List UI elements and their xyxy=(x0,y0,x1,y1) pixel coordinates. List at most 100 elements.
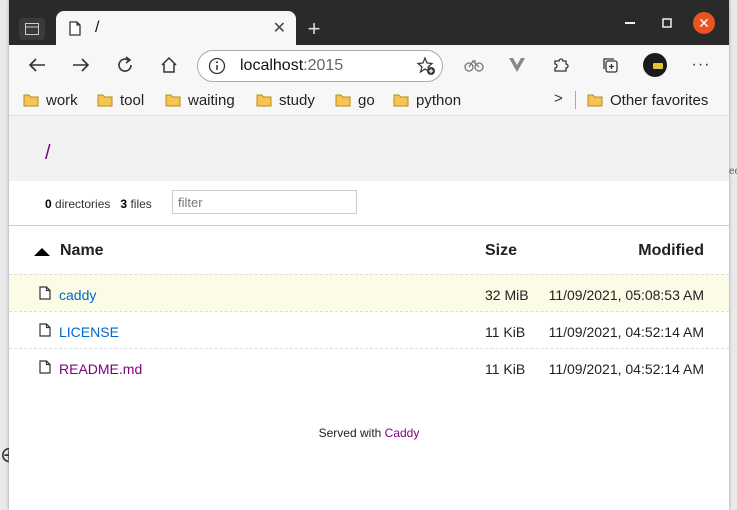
bike-icon xyxy=(464,59,484,72)
folder-icon xyxy=(587,94,603,106)
add-favorite-icon[interactable] xyxy=(416,56,436,81)
page-footer: Served with Caddy xyxy=(9,426,729,440)
table-header: Name Size Modified xyxy=(9,234,729,274)
file-link[interactable]: LICENSE xyxy=(59,324,119,340)
footer-text: Served with xyxy=(318,426,382,440)
address-port: :2015 xyxy=(303,57,344,74)
tab-title: / xyxy=(95,19,100,36)
listing-summary: 0 directories 3 files xyxy=(45,197,152,211)
bookmark-python[interactable]: python xyxy=(393,90,461,110)
browser-tab[interactable]: / ✕ xyxy=(56,11,296,45)
table-row[interactable]: README.md 11 KiB 11/09/2021, 04:52:14 AM xyxy=(9,348,729,385)
bookmark-label: tool xyxy=(120,91,145,109)
file-table: caddy 32 MiB 11/09/2021, 05:08:53 AM LIC… xyxy=(9,274,729,385)
address-bar[interactable]: localhost:2015 xyxy=(197,50,443,82)
address-host: localhost xyxy=(240,57,304,74)
bookmark-work[interactable]: work xyxy=(23,90,78,110)
bookmark-tool[interactable]: tool xyxy=(97,90,144,110)
maximize-button[interactable] xyxy=(654,10,680,36)
folder-icon xyxy=(256,94,272,106)
file-icon xyxy=(39,286,51,300)
minimize-icon xyxy=(625,22,635,24)
back-arrow-icon xyxy=(28,58,45,72)
column-name-header[interactable]: Name xyxy=(60,242,104,260)
path-link[interactable]: / xyxy=(45,142,51,165)
site-info-icon[interactable] xyxy=(208,57,226,75)
file-link[interactable]: caddy xyxy=(59,287,96,303)
folder-icon xyxy=(165,94,181,106)
file-label: files xyxy=(130,197,152,211)
home-button[interactable] xyxy=(155,51,183,79)
folder-icon xyxy=(393,94,409,106)
table-end-divider xyxy=(9,348,729,350)
bookmark-study[interactable]: study xyxy=(256,90,315,110)
header-divider xyxy=(9,225,729,226)
forward-arrow-icon xyxy=(73,58,90,72)
directory-listing-page: / 0 directories 3 files Name Size Modifi… xyxy=(9,116,729,510)
file-count: 3 xyxy=(120,197,128,211)
extension-vue-button[interactable] xyxy=(503,51,531,79)
folder-icon xyxy=(97,94,113,106)
tab-actions-button[interactable] xyxy=(19,18,45,40)
table-row[interactable]: LICENSE 11 KiB 11/09/2021, 04:52:14 AM xyxy=(9,311,729,348)
puzzle-icon xyxy=(554,58,569,72)
column-modified-header[interactable]: Modified xyxy=(638,242,704,260)
vue-icon xyxy=(509,58,525,72)
bookmark-waiting[interactable]: waiting xyxy=(165,90,235,110)
maximize-icon xyxy=(662,18,672,28)
desktop-edge-text: ee xyxy=(729,166,737,177)
more-menu-button[interactable]: ··· xyxy=(687,51,715,79)
file-modified: 11/09/2021, 04:52:14 AM xyxy=(548,361,704,377)
close-icon: ✕ xyxy=(698,14,710,31)
collections-button[interactable] xyxy=(596,51,624,79)
refresh-button[interactable] xyxy=(111,51,139,79)
back-button[interactable] xyxy=(23,51,51,79)
file-modified: 11/09/2021, 05:08:53 AM xyxy=(548,287,704,303)
folder-icon xyxy=(23,94,39,106)
file-icon xyxy=(39,360,51,374)
browser-window: / ✕ + ✕ localhost:2015 ··· work tool wa… xyxy=(9,0,729,510)
file-size: 11 KiB xyxy=(485,361,526,377)
forward-button[interactable] xyxy=(67,51,95,79)
close-tab-icon[interactable]: ✕ xyxy=(273,18,286,38)
close-window-button[interactable]: ✕ xyxy=(693,12,715,34)
bookmark-label: work xyxy=(46,91,78,109)
new-tab-button[interactable]: + xyxy=(302,16,326,41)
home-icon xyxy=(161,56,177,73)
bookmark-other-favorites[interactable]: Other favorites xyxy=(587,90,708,110)
collections-icon xyxy=(603,58,618,73)
title-bar: / ✕ + ✕ xyxy=(9,0,729,45)
page-header: / xyxy=(9,116,729,181)
minimize-button[interactable] xyxy=(617,10,643,36)
bookmark-label: study xyxy=(279,91,315,109)
bookmark-label: waiting xyxy=(188,91,235,109)
sort-ascending-icon[interactable] xyxy=(34,248,50,256)
bookmark-label: python xyxy=(416,91,462,109)
directory-count: 0 xyxy=(45,197,52,211)
table-row[interactable]: caddy 32 MiB 11/09/2021, 05:08:53 AM xyxy=(9,274,729,311)
bookmark-go[interactable]: go xyxy=(335,90,375,110)
bookmark-label: Other favorites xyxy=(610,91,709,109)
caddy-link[interactable]: Caddy xyxy=(385,426,420,440)
navigation-toolbar: localhost:2015 ··· xyxy=(9,45,729,85)
extension-bike-button[interactable] xyxy=(460,51,488,79)
refresh-icon xyxy=(118,56,132,72)
folder-icon xyxy=(335,94,351,106)
bookmark-label: go xyxy=(358,91,375,109)
directory-label: directories xyxy=(55,197,111,211)
page-icon xyxy=(69,20,85,36)
extensions-button[interactable] xyxy=(547,51,575,79)
file-link[interactable]: README.md xyxy=(59,361,142,377)
filter-input[interactable] xyxy=(172,190,357,214)
file-size: 32 MiB xyxy=(485,287,529,303)
bookmarks-divider xyxy=(575,91,576,109)
more-icon: ··· xyxy=(691,56,711,73)
file-modified: 11/09/2021, 04:52:14 AM xyxy=(548,324,704,340)
file-size: 11 KiB xyxy=(485,324,526,340)
tab-actions-icon xyxy=(25,23,39,35)
column-size-header[interactable]: Size xyxy=(485,242,517,260)
file-icon xyxy=(39,323,51,337)
bookmarks-bar: work tool waiting study go python > Othe… xyxy=(9,85,729,116)
chevron-right-icon[interactable]: > xyxy=(554,90,563,107)
profile-avatar[interactable] xyxy=(643,53,667,77)
